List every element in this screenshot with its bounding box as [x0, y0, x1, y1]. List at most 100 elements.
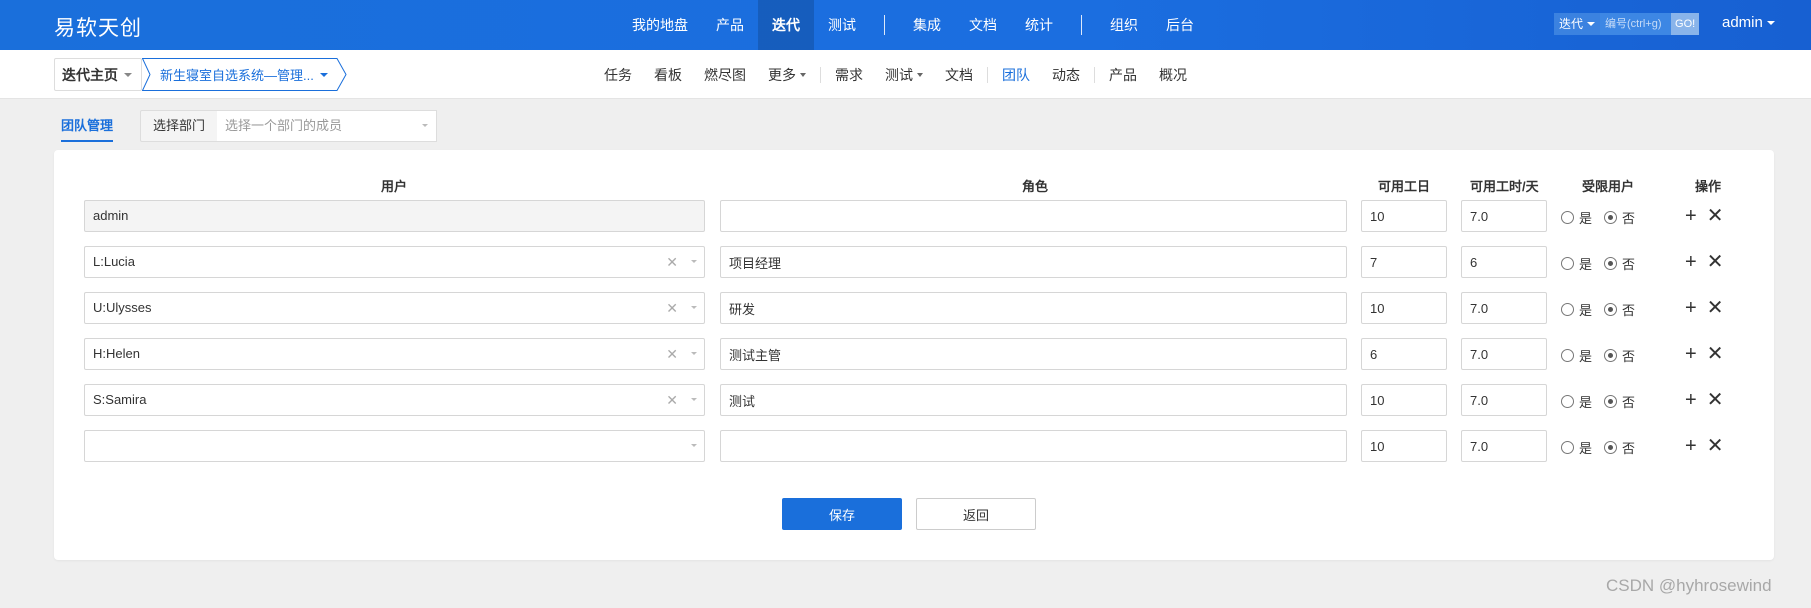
- search-group: 迭代 GO!: [1554, 13, 1700, 35]
- add-row-icon[interactable]: +: [1685, 206, 1697, 226]
- subnav-dynamic[interactable]: 动态: [1041, 50, 1091, 99]
- delete-row-icon[interactable]: ✕: [1707, 390, 1724, 410]
- role-input[interactable]: [720, 200, 1347, 232]
- add-row-icon[interactable]: +: [1685, 252, 1697, 272]
- limited-radio-group: 是否: [1561, 438, 1635, 457]
- limited-yes-label: 是: [1579, 211, 1593, 226]
- limited-no-radio[interactable]: [1604, 395, 1618, 408]
- role-input[interactable]: [720, 292, 1347, 324]
- limited-no-label: 否: [1622, 395, 1636, 410]
- nav-admin[interactable]: 后台: [1152, 0, 1208, 50]
- chevron-down-icon: [691, 260, 697, 263]
- limited-no-radio[interactable]: [1604, 257, 1618, 270]
- nav-my-dashboard[interactable]: 我的地盘: [618, 0, 702, 50]
- nav-product[interactable]: 产品: [702, 0, 758, 50]
- user-select[interactable]: L:Lucia ✕: [84, 246, 705, 278]
- search-input[interactable]: [1600, 13, 1672, 35]
- subnav-more-label: 更多: [768, 66, 796, 83]
- user-field[interactable]: admin: [84, 200, 705, 232]
- delete-row-icon[interactable]: ✕: [1707, 436, 1724, 456]
- days-input[interactable]: [1361, 200, 1447, 232]
- user-select[interactable]: S:Samira ✕: [84, 384, 705, 416]
- dept-select[interactable]: 选择一个部门的成员: [217, 110, 437, 142]
- clear-icon[interactable]: ✕: [666, 247, 678, 277]
- limited-radio-group: 是否: [1561, 392, 1635, 411]
- role-input[interactable]: [720, 246, 1347, 278]
- limited-yes-radio[interactable]: [1561, 303, 1574, 316]
- hours-input[interactable]: [1461, 338, 1547, 370]
- subnav-kanban[interactable]: 看板: [643, 50, 693, 99]
- days-input[interactable]: [1361, 292, 1447, 324]
- nav-stats[interactable]: 统计: [1011, 0, 1067, 50]
- subnav-divider: [1094, 66, 1095, 83]
- subnav-product[interactable]: 产品: [1098, 50, 1148, 99]
- limited-yes-radio[interactable]: [1561, 441, 1574, 454]
- limited-yes-radio[interactable]: [1561, 349, 1574, 362]
- delete-row-icon[interactable]: ✕: [1707, 206, 1724, 226]
- nav-org[interactable]: 组织: [1096, 0, 1152, 50]
- limited-yes-radio[interactable]: [1561, 257, 1574, 270]
- subnav-task[interactable]: 任务: [593, 50, 643, 99]
- limited-yes-label: 是: [1579, 349, 1593, 364]
- limited-no-radio[interactable]: [1604, 349, 1618, 362]
- breadcrumb-home[interactable]: 迭代主页: [54, 58, 142, 91]
- hours-input[interactable]: [1461, 200, 1547, 232]
- subnav-team[interactable]: 团队: [991, 50, 1041, 99]
- hours-input[interactable]: [1461, 384, 1547, 416]
- back-button[interactable]: 返回: [916, 498, 1036, 530]
- breadcrumb-project[interactable]: 新生寝室自选系统—管理...: [146, 58, 344, 91]
- chevron-down-icon: [691, 352, 697, 355]
- hours-input[interactable]: [1461, 430, 1547, 462]
- user-select-value: U:Ulysses: [93, 300, 152, 315]
- nav-test[interactable]: 测试: [814, 0, 870, 50]
- limited-no-radio[interactable]: [1604, 303, 1618, 316]
- clear-icon[interactable]: ✕: [666, 339, 678, 369]
- delete-row-icon[interactable]: ✕: [1707, 344, 1724, 364]
- subnav-overview[interactable]: 概况: [1148, 50, 1198, 99]
- user-select[interactable]: H:Helen ✕: [84, 338, 705, 370]
- user-select[interactable]: [84, 430, 705, 462]
- add-row-icon[interactable]: +: [1685, 390, 1697, 410]
- limited-no-radio[interactable]: [1604, 211, 1618, 224]
- subnav-more[interactable]: 更多: [757, 50, 817, 99]
- user-menu[interactable]: admin: [1722, 14, 1775, 31]
- chevron-down-icon: [124, 72, 132, 77]
- nav-docs[interactable]: 文档: [955, 0, 1011, 50]
- save-button[interactable]: 保存: [782, 498, 902, 530]
- nav-integration[interactable]: 集成: [899, 0, 955, 50]
- nav-iteration[interactable]: 迭代: [758, 0, 814, 50]
- role-input[interactable]: [720, 338, 1347, 370]
- subnav-burndown[interactable]: 燃尽图: [693, 50, 757, 99]
- subnav-story[interactable]: 需求: [824, 50, 874, 99]
- go-button[interactable]: GO!: [1671, 13, 1700, 35]
- days-input[interactable]: [1361, 430, 1447, 462]
- user-select-value: H:Helen: [93, 346, 140, 361]
- hours-input[interactable]: [1461, 292, 1547, 324]
- limited-yes-radio[interactable]: [1561, 395, 1574, 408]
- days-input[interactable]: [1361, 338, 1447, 370]
- role-input[interactable]: [720, 384, 1347, 416]
- add-row-icon[interactable]: +: [1685, 344, 1697, 364]
- subnav-test-label: 测试: [885, 66, 913, 83]
- tab-team-manage[interactable]: 团队管理: [61, 115, 114, 142]
- role-input[interactable]: [720, 430, 1347, 462]
- add-row-icon[interactable]: +: [1685, 298, 1697, 318]
- days-input[interactable]: [1361, 384, 1447, 416]
- limited-no-radio[interactable]: [1604, 441, 1618, 454]
- clear-icon[interactable]: ✕: [666, 385, 678, 415]
- days-input[interactable]: [1361, 246, 1447, 278]
- hours-input[interactable]: [1461, 246, 1547, 278]
- team-row: U:Ulysses✕是否+✕: [54, 292, 1774, 324]
- subnav-doc[interactable]: 文档: [934, 50, 984, 99]
- clear-icon[interactable]: ✕: [666, 293, 678, 323]
- app-logo[interactable]: 易软天创: [54, 12, 142, 42]
- limited-yes-radio[interactable]: [1561, 211, 1574, 224]
- user-select[interactable]: U:Ulysses ✕: [84, 292, 705, 324]
- search-type-select[interactable]: 迭代: [1554, 13, 1601, 35]
- limited-radio-group: 是否: [1561, 208, 1635, 227]
- chevron-down-icon: [319, 72, 328, 77]
- subnav-test[interactable]: 测试: [874, 50, 934, 99]
- delete-row-icon[interactable]: ✕: [1707, 298, 1724, 318]
- add-row-icon[interactable]: +: [1685, 436, 1697, 456]
- delete-row-icon[interactable]: ✕: [1707, 252, 1724, 272]
